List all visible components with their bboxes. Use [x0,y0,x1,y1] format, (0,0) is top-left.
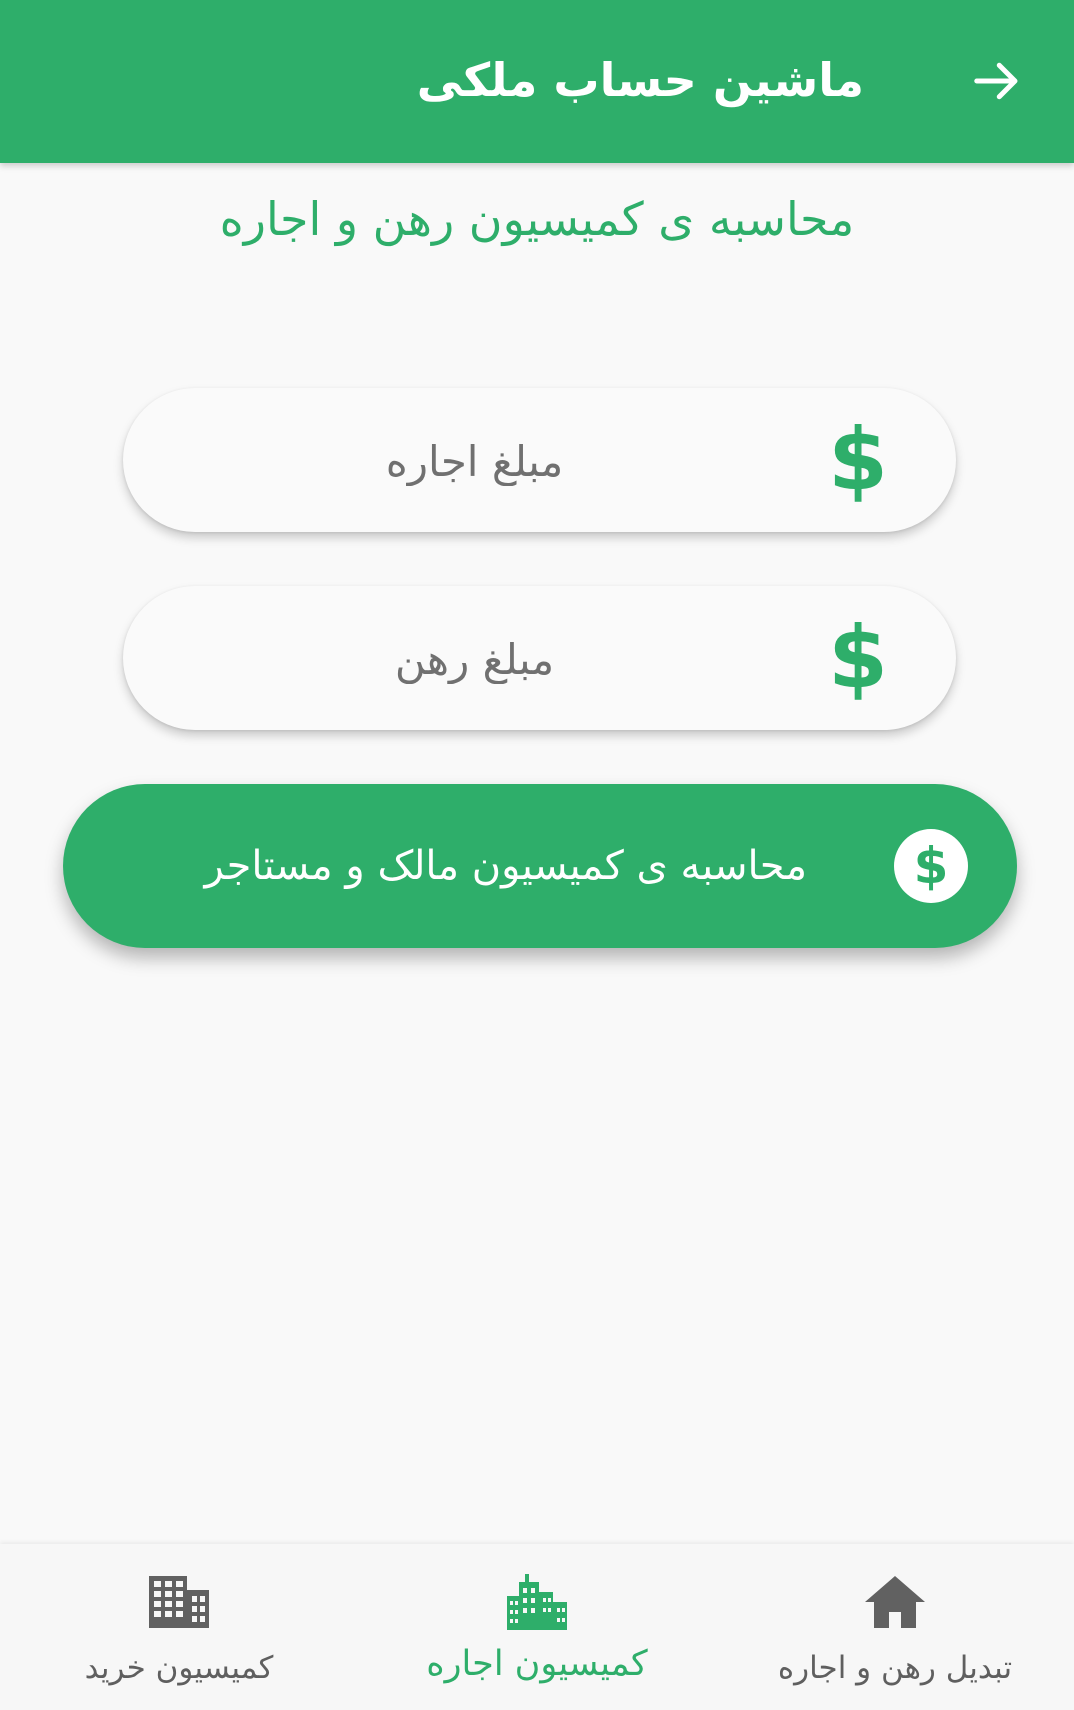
city-buildings-icon [507,1574,567,1630]
calculate-commission-button[interactable]: $ محاسبه ی کمیسیون مالک و مستاجر [63,784,1017,948]
nav-label-rent-commission: کمیسیون اجاره [426,1644,648,1684]
calculate-button-label: محاسبه ی کمیسیون مالک و مستاجر [204,843,807,889]
deposit-amount-input[interactable] [153,586,796,732]
nav-item-convert-deposit-rent[interactable]: تبدیل رهن و اجاره [716,1544,1074,1710]
app-bar: ماشین حساب ملکی [0,0,1074,163]
back-button[interactable] [968,52,1026,110]
nav-label-convert-deposit-rent: تبدیل رهن و اجاره [777,1650,1013,1686]
dollar-icon: $ [828,608,888,708]
rent-amount-input[interactable] [153,388,796,534]
nav-item-rent-commission[interactable]: کمیسیون اجاره [358,1544,716,1710]
arrow-right-icon [974,62,1018,100]
svg-text:$: $ [914,837,949,895]
building-grid-icon [149,1576,209,1628]
dollar-circle-icon: $ [894,829,968,903]
dollar-icon: $ [828,410,888,510]
app-title: ماشین حساب ملکی [416,53,864,107]
deposit-amount-field[interactable]: $ [123,586,956,732]
home-icon [865,1576,925,1628]
rent-amount-field[interactable]: $ [123,388,956,534]
bottom-navigation: کمیسیون خرید کمیسیون اجاره تبدیل رهن و ا… [0,1544,1074,1710]
page-subtitle: محاسبه ی کمیسیون رهن و اجاره [219,192,855,246]
nav-label-purchase-commission: کمیسیون خرید [84,1650,274,1686]
nav-item-purchase-commission[interactable]: کمیسیون خرید [0,1544,358,1710]
